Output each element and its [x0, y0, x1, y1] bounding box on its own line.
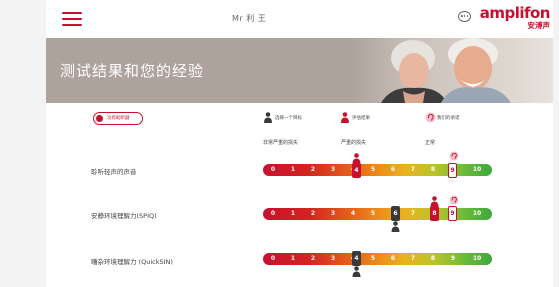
scale-tick: 7 [410, 166, 416, 173]
ear-icon [425, 112, 436, 123]
scale-tick: 10 [472, 166, 482, 173]
scale-tick: 1 [290, 166, 296, 173]
scale-tick: 6 [390, 255, 396, 262]
scale-tick: 7 [410, 210, 416, 217]
promise-marker[interactable]: 9 [448, 163, 457, 178]
scale-tick: 5 [370, 210, 376, 217]
hearing-scale: 0 1 2 3 4 5 6 7 8 9 10 [263, 208, 492, 220]
toggle-dot [96, 115, 103, 122]
top-bar: Mr 利 王 amplifon 安溥声 [46, 0, 553, 38]
legend-promise-label: 我们的承诺 [437, 116, 460, 121]
scale-tick: 4 [350, 210, 356, 217]
scale-tick: 3 [330, 255, 336, 262]
legend-goal-label: 选择一个目标 [275, 116, 302, 121]
scale-tick: 1 [290, 255, 296, 262]
person-red-icon [352, 153, 361, 164]
app-page: Mr 利 王 amplifon 安溥声 测试结果和您的经验 没有助听器 选择一个… [46, 0, 553, 287]
user-name: Mr 利 王 [232, 14, 267, 23]
column-header-serious: 严重的损失 [341, 140, 367, 146]
scale-tick: 9 [450, 255, 456, 262]
menu-icon[interactable] [62, 12, 82, 27]
scale-tick: 8 [430, 166, 436, 173]
page-title: 测试结果和您的经验 [60, 62, 205, 80]
scale-tick: 3 [330, 166, 336, 173]
scale-tick: 5 [370, 255, 376, 262]
toggle-label: 没有助听器 [107, 116, 130, 121]
goal-marker[interactable]: 4 [352, 251, 361, 266]
senior-couple-photo [351, 38, 553, 103]
promise-marker[interactable]: 9 [448, 206, 457, 221]
person-red-icon [430, 196, 439, 207]
scale-tick: 10 [472, 210, 482, 217]
ear-icon [449, 195, 459, 205]
chat-icon[interactable] [458, 11, 471, 22]
scale-tick: 6 [390, 166, 396, 173]
scale-tick: 7 [410, 255, 416, 262]
amplifon-logo[interactable]: amplifon 安溥声 [478, 4, 551, 31]
scale-tick: 2 [310, 210, 316, 217]
scale-tick: 5 [370, 166, 376, 173]
row-label-soft-sounds: 聆听轻声的声音 [91, 168, 137, 176]
scale-tick: 0 [270, 166, 276, 173]
scale-tick: 3 [330, 210, 336, 217]
logo-brand: amplifon [479, 4, 551, 22]
column-header-severe: 非常严重的损失 [263, 140, 299, 146]
person-dark-icon [391, 221, 400, 232]
scale-tick: 10 [472, 255, 482, 262]
scale-tick: 8 [430, 255, 436, 262]
legend-result-label: 评估结果 [352, 116, 370, 121]
scale-tick: 2 [310, 166, 316, 173]
scale-tick: 0 [270, 210, 276, 217]
logo-sub: 安溥声 [527, 21, 551, 30]
person-dark-icon [352, 266, 361, 277]
row-label-spiq: 安静环境理解力(SPIQ) [91, 212, 157, 220]
hearing-scale: 0 1 2 3 4 5 6 7 8 9 10 [263, 164, 492, 176]
goal-marker[interactable]: 6 [391, 206, 400, 221]
scale-tick: 2 [310, 255, 316, 262]
result-marker[interactable]: 8 [430, 206, 439, 221]
scale-tick: 1 [290, 210, 296, 217]
person-dark-icon [264, 112, 272, 123]
result-marker[interactable]: 4 [352, 163, 361, 178]
scale-tick: 0 [270, 255, 276, 262]
no-hearing-aid-toggle[interactable]: 没有助听器 [93, 112, 143, 125]
person-red-icon [341, 112, 349, 123]
column-header-normal: 正常 [425, 140, 436, 146]
ear-icon [449, 151, 459, 161]
row-label-quicksin: 嘈杂环境理解力 (QuickSIN) [91, 258, 173, 266]
hearing-scale: 0 1 2 3 4 5 6 7 8 9 10 [263, 253, 492, 265]
banner: 测试结果和您的经验 [46, 38, 553, 103]
